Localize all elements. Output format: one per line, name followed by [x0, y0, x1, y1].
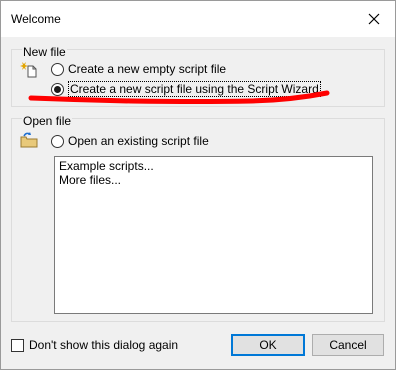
radio-wizard[interactable]	[51, 82, 64, 96]
close-icon	[368, 13, 380, 25]
new-wizard-script-radio[interactable]: Create a new script file using the Scrip…	[51, 81, 321, 97]
open-existing-script-label: Open an existing script file	[68, 134, 209, 148]
window-title: Welcome	[11, 12, 61, 26]
radio-empty[interactable]	[51, 62, 64, 76]
open-existing-script-radio[interactable]: Open an existing script file	[51, 134, 209, 148]
checkbox-box[interactable]	[11, 338, 24, 352]
new-wizard-script-label: Create a new script file using the Scrip…	[68, 81, 321, 97]
cancel-button[interactable]: Cancel	[312, 334, 384, 356]
new-file-group: New file	[11, 45, 385, 107]
open-file-label: Open file	[22, 114, 73, 128]
list-item[interactable]: More files...	[59, 173, 121, 187]
title-bar: Welcome	[1, 1, 395, 37]
open-file-icon	[20, 132, 38, 148]
dont-show-again-checkbox[interactable]: Don't show this dialog again	[11, 338, 178, 352]
recent-files-list[interactable]: Example scripts... More files...	[54, 156, 373, 314]
cancel-label: Cancel	[329, 338, 367, 352]
close-button[interactable]	[363, 8, 385, 30]
dont-show-again-label: Don't show this dialog again	[29, 338, 179, 352]
list-item[interactable]: Example scripts...	[59, 159, 154, 173]
new-empty-script-radio[interactable]: Create a new empty script file	[51, 62, 226, 76]
ok-button[interactable]: OK	[231, 334, 305, 356]
new-file-label: New file	[22, 45, 67, 59]
new-empty-script-label: Create a new empty script file	[68, 62, 227, 76]
new-file-icon	[20, 62, 37, 78]
welcome-dialog: Welcome New file Create a new empty scri…	[0, 0, 396, 370]
ok-label: OK	[259, 338, 277, 352]
radio-open-existing[interactable]	[51, 134, 64, 148]
